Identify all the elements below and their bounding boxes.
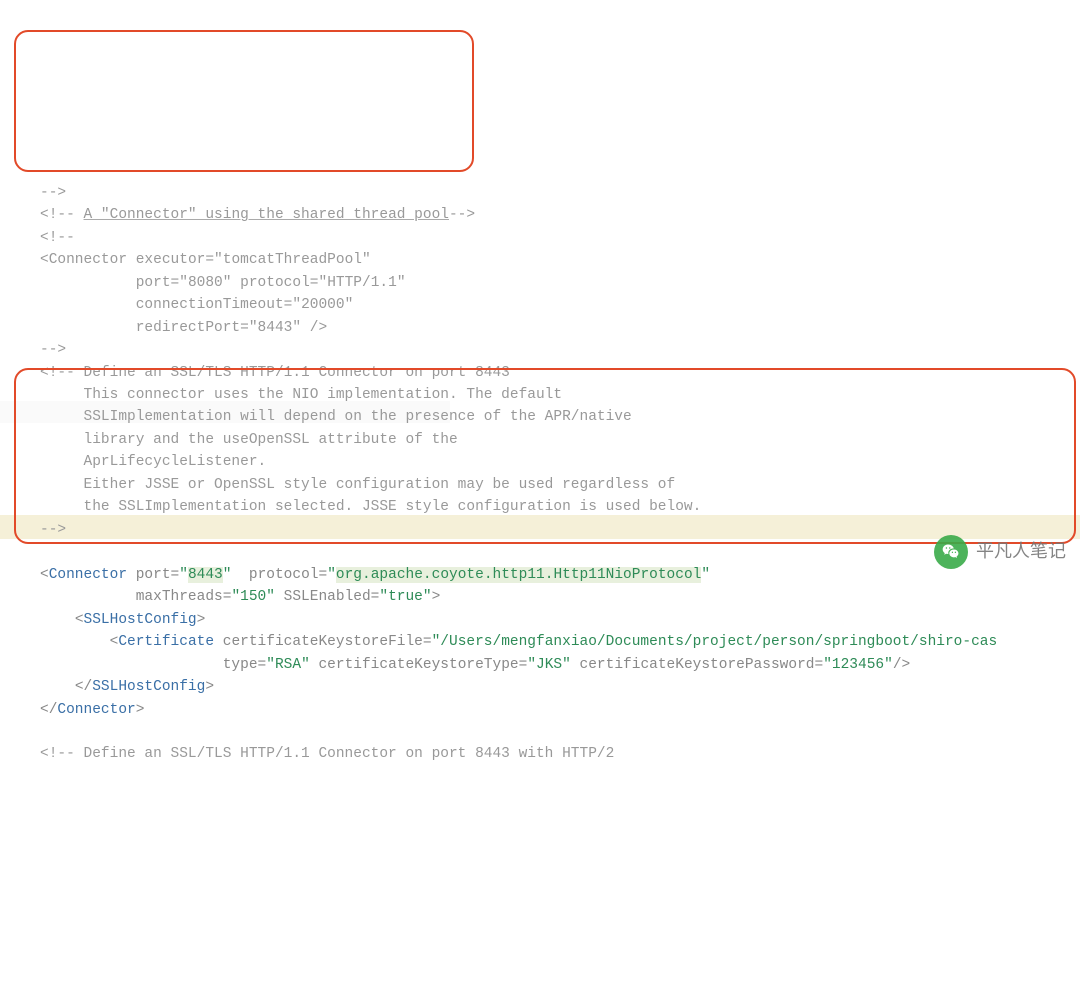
code-line: <Connector executor="tomcatThreadPool": [40, 252, 371, 268]
code-line: port="8080" protocol="HTTP/1.1": [40, 275, 406, 291]
annotation-box-1: [14, 30, 474, 172]
code-line: <SSLHostConfig>: [40, 612, 205, 628]
code-blank-line: [40, 544, 49, 560]
code-line: the SSLImplementation selected. JSSE sty…: [40, 499, 701, 515]
code-line: SSLImplementation will depend on the pre…: [40, 409, 632, 425]
code-line: redirectPort="8443" />: [40, 320, 327, 336]
watermark-text: 平凡人笔记: [976, 538, 1066, 566]
code-line: Either JSSE or OpenSSL style configurati…: [40, 477, 675, 493]
code-line: <Certificate certificateKeystoreFile="/U…: [40, 634, 997, 650]
code-line: <!-- Define an SSL/TLS HTTP/1.1 Connecto…: [40, 746, 614, 762]
code-line: <!--: [40, 230, 75, 246]
code-line: -->: [40, 522, 66, 538]
code-line: type="RSA" certificateKeystoreType="JKS"…: [40, 657, 910, 673]
wechat-icon: [934, 535, 968, 569]
code-line: -->: [40, 342, 66, 358]
code-line: This connector uses the NIO implementati…: [40, 387, 562, 403]
code-line: library and the useOpenSSL attribute of …: [40, 432, 458, 448]
code-line: <Connector port="8443" protocol="org.apa…: [40, 567, 710, 583]
code-line: <!-- A "Connector" using the shared thre…: [40, 207, 475, 223]
code-line: -->: [40, 185, 66, 201]
code-line: connectionTimeout="20000": [40, 297, 353, 313]
code-line: </Connector>: [40, 702, 144, 718]
code-blank-line: [40, 724, 49, 740]
watermark: 平凡人笔记: [934, 535, 1066, 569]
code-editor[interactable]: --> <!-- A "Connector" using the shared …: [0, 157, 1080, 766]
code-line: maxThreads="150" SSLEnabled="true">: [40, 589, 440, 605]
code-line: <!-- Define an SSL/TLS HTTP/1.1 Connecto…: [40, 365, 510, 381]
code-line: AprLifecycleListener.: [40, 454, 266, 470]
code-line: </SSLHostConfig>: [40, 679, 214, 695]
